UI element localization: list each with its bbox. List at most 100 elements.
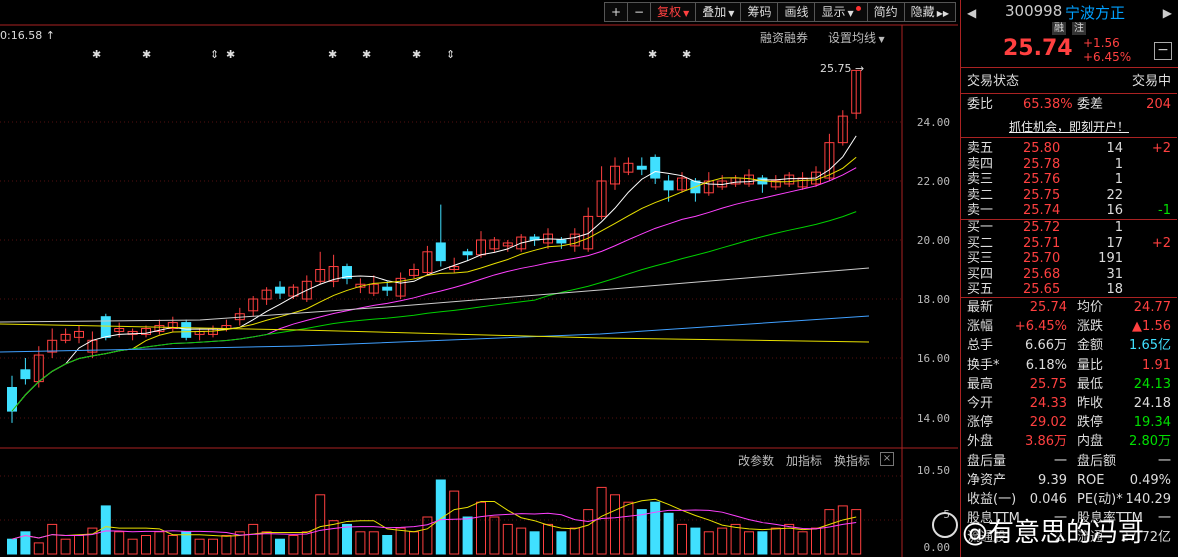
volume-bar: [516, 527, 527, 555]
book-chg: +2: [1151, 141, 1171, 156]
book-price: 25.74: [1023, 203, 1061, 218]
vol-tick-label: 0.00: [923, 541, 951, 554]
time-label: 0:16.58 ↑: [0, 29, 55, 42]
vol-tick-label: 10.50: [916, 464, 950, 477]
order-book-row[interactable]: 买二 25.71 17 +2: [961, 235, 1177, 252]
order-book-row[interactable]: 卖五 25.80 14 +2: [961, 140, 1177, 157]
volume-bar: [623, 501, 634, 555]
stat-row: 今开 24.33 昨收 24.18: [961, 395, 1177, 412]
volume-bar: [60, 538, 71, 555]
candle-body: [663, 180, 674, 191]
stat-label: 外盘: [967, 434, 994, 450]
book-vol: 17: [1106, 235, 1123, 251]
book-label: 卖二: [967, 187, 994, 203]
volume-bar: [328, 520, 339, 555]
order-book-row[interactable]: 卖三 25.76 1: [961, 171, 1177, 188]
order-book-row[interactable]: 买五 25.65 18: [961, 281, 1177, 298]
overlay-button[interactable]: 叠加 ▼: [695, 2, 742, 22]
order-book-row[interactable]: 买一 25.72 1: [961, 219, 1177, 236]
stat-label: 收益(一): [967, 492, 1017, 507]
stat-label: 最新: [967, 300, 994, 315]
weibo-logo-icon: [932, 512, 958, 538]
zoom-out-button[interactable]: −: [627, 2, 652, 22]
collapse-button[interactable]: −: [1154, 42, 1172, 60]
stat-value: 一: [1053, 453, 1067, 469]
book-price: 25.65: [1023, 282, 1061, 297]
book-label: 买四: [967, 266, 994, 282]
book-label: 卖四: [967, 156, 994, 172]
volume-bar: [368, 531, 379, 555]
event-marker[interactable]: ✱: [412, 48, 421, 61]
order-book-row[interactable]: 卖二 25.75 22: [961, 187, 1177, 204]
ma5-line: [11, 135, 857, 412]
stat-value: 25.75: [1029, 376, 1067, 392]
stat-value: 0.49%: [1129, 472, 1171, 488]
volume-bar: [610, 494, 620, 555]
simple-button[interactable]: 简约: [866, 2, 905, 22]
change-indicator-link[interactable]: 换指标: [834, 452, 870, 469]
ma10-line: [11, 156, 857, 412]
y-tick-label: 14.00: [916, 412, 950, 425]
vol-ma5-line: [11, 498, 857, 540]
event-marker[interactable]: ✱: [682, 48, 691, 61]
stat-label: 均价: [1077, 300, 1104, 315]
volume-bar: [409, 531, 419, 555]
chips-button[interactable]: 筹码: [740, 2, 779, 22]
book-label: 买五: [967, 282, 994, 297]
stat-label: 涨跌: [1077, 319, 1104, 335]
open-account-link[interactable]: 抓住机会，即刻开户！: [961, 118, 1177, 135]
next-stock-icon[interactable]: ▶: [1163, 6, 1172, 20]
draw-line-button[interactable]: 画线: [777, 2, 816, 22]
stock-name[interactable]: 宁波方正: [1065, 2, 1125, 23]
book-label: 卖五: [967, 141, 994, 156]
stat-value: 25.74: [1029, 300, 1067, 315]
volume-bar: [261, 531, 272, 555]
y-tick-label: 22.00: [916, 175, 950, 188]
order-book-row[interactable]: 卖四 25.78 1: [961, 156, 1177, 173]
volume-bar: [583, 509, 594, 555]
edit-params-link[interactable]: 改参数: [738, 452, 774, 469]
stat-label: 量比: [1077, 357, 1104, 373]
registration-tag: 注: [1072, 22, 1086, 35]
restore-rights-button[interactable]: 复权 ▼: [650, 2, 697, 22]
event-marker[interactable]: ⇕: [446, 48, 455, 61]
stat-label: 盘后量: [967, 453, 1007, 469]
order-book-row[interactable]: 买四 25.68 31: [961, 266, 1177, 283]
event-marker[interactable]: ✱: [226, 48, 235, 61]
stat-row: 涨幅 +6.45% 涨跌 ▲1.56: [961, 318, 1177, 335]
chart-panel[interactable]: + − 复权 ▼ 叠加 ▼ 筹码 画线 显示 ▼ 简约 隐藏 ▶▶ 0:16.58 ↑ …: [0, 0, 958, 557]
event-marker[interactable]: ✱: [362, 48, 371, 61]
margin-trading-link[interactable]: 融资融券: [760, 29, 808, 46]
event-marker[interactable]: ✱: [142, 48, 151, 61]
prev-stock-icon[interactable]: ◀: [967, 6, 976, 20]
display-button[interactable]: 显示 ▼: [814, 2, 868, 22]
stat-row: 最新 25.74 均价 24.77: [961, 299, 1177, 316]
volume-bar: [74, 535, 84, 555]
event-marker[interactable]: ✱: [92, 48, 101, 61]
stat-row: 涨停 29.02 跌停 19.34: [961, 414, 1177, 431]
max-price-marker: 25.75 →: [820, 62, 865, 75]
volume-bar: [489, 516, 500, 555]
hide-button[interactable]: 隐藏 ▶▶: [903, 2, 956, 22]
stat-value: 1.91: [1142, 357, 1171, 373]
quote-panel: ◀ 300998 宁波方正 ▶ 融 注 25.74 +1.56 +6.45% −…: [960, 0, 1178, 557]
book-vol: 14: [1106, 141, 1123, 156]
candle-body: [382, 286, 393, 291]
order-book-row[interactable]: 卖一 25.74 16 -1: [961, 202, 1177, 219]
zoom-in-button[interactable]: +: [603, 2, 629, 22]
add-indicator-link[interactable]: 加指标: [786, 452, 822, 469]
stat-row: 总手 6.66万 金额 1.65亿: [961, 337, 1177, 354]
stat-value: 6.66万: [1025, 338, 1067, 354]
volume-bar: [730, 523, 741, 555]
event-marker[interactable]: ✱: [648, 48, 657, 61]
volume-bar: [797, 531, 808, 555]
kline-chart[interactable]: [0, 0, 958, 557]
order-book-row[interactable]: 买三 25.70 191: [961, 250, 1177, 267]
volume-bar: [690, 527, 701, 555]
chart-toolbar: + − 复权 ▼ 叠加 ▼ 筹码 画线 显示 ▼ 简约 隐藏 ▶▶: [603, 2, 956, 22]
event-marker[interactable]: ✱: [328, 48, 337, 61]
event-marker[interactable]: ⇕: [210, 48, 219, 61]
ma-settings-link[interactable]: 设置均线 ▼: [828, 29, 885, 46]
stat-value: 1.65亿: [1129, 338, 1171, 354]
close-indicator-button[interactable]: ×: [880, 452, 894, 466]
